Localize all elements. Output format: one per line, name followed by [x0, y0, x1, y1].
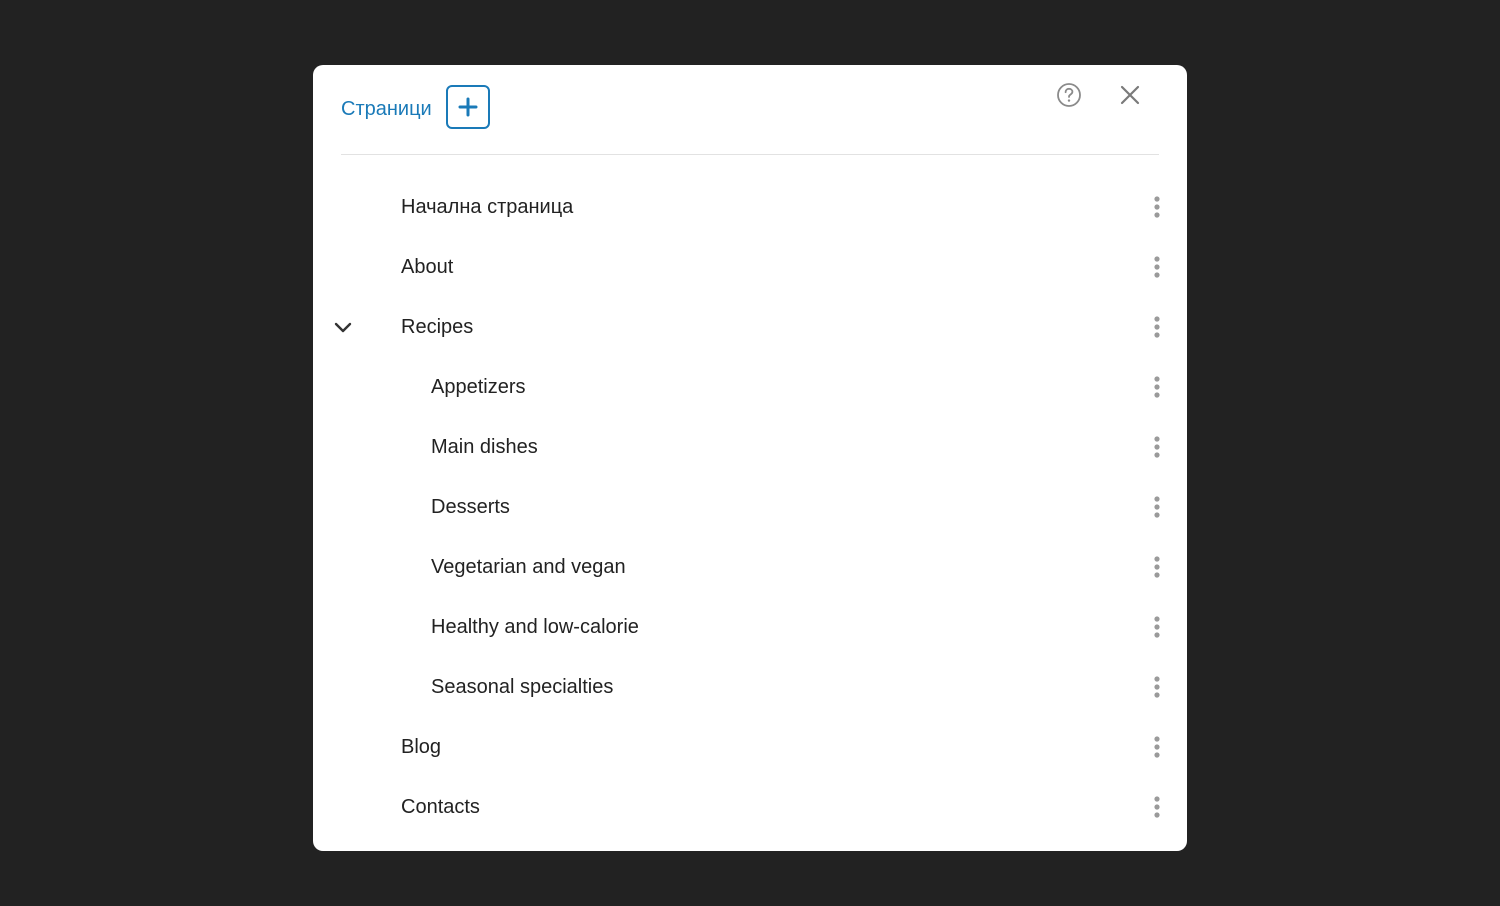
help-button[interactable]	[1056, 82, 1082, 108]
page-label: Main dishes	[431, 436, 538, 458]
page-label: Seasonal specialties	[431, 676, 614, 698]
kebab-menu-icon	[1154, 496, 1160, 518]
page-label: Начална страница	[401, 196, 574, 218]
page-label: Blog	[401, 736, 442, 758]
kebab-menu-icon	[1154, 556, 1160, 578]
plus-icon	[458, 97, 478, 117]
close-icon	[1120, 85, 1140, 105]
page-options-button[interactable]	[1147, 615, 1167, 639]
kebab-menu-icon	[1154, 616, 1160, 638]
page-row[interactable]: Contacts	[313, 777, 1187, 837]
question-circle-icon	[1057, 83, 1081, 107]
page-options-button[interactable]	[1147, 795, 1167, 819]
kebab-menu-icon	[1154, 676, 1160, 698]
kebab-menu-icon	[1154, 436, 1160, 458]
kebab-menu-icon	[1154, 736, 1160, 758]
dialog-header: Страници	[341, 65, 1159, 155]
kebab-menu-icon	[1154, 316, 1160, 338]
page-options-button[interactable]	[1147, 435, 1167, 459]
page-row[interactable]: Blog	[313, 717, 1187, 777]
kebab-menu-icon	[1154, 256, 1160, 278]
page-label: Desserts	[431, 496, 510, 518]
close-button[interactable]	[1118, 83, 1142, 107]
page-label: Recipes	[401, 316, 474, 338]
pages-dialog: Страници Начална страница About Recipes App…	[313, 65, 1187, 851]
subpage-row[interactable]: Healthy and low-calorie	[313, 597, 1187, 657]
kebab-menu-icon	[1154, 796, 1160, 818]
page-label: About	[401, 256, 454, 278]
subpage-row[interactable]: Desserts	[313, 477, 1187, 537]
page-options-button[interactable]	[1147, 555, 1167, 579]
page-label: Appetizers	[431, 376, 526, 398]
page-options-button[interactable]	[1147, 195, 1167, 219]
chevron-down-icon	[334, 322, 352, 333]
expand-toggle-button[interactable]	[332, 316, 354, 338]
add-page-button[interactable]	[446, 85, 490, 129]
subpage-row[interactable]: Vegetarian and vegan	[313, 537, 1187, 597]
page-label: Contacts	[401, 796, 480, 818]
subpage-row[interactable]: Main dishes	[313, 417, 1187, 477]
page-options-button[interactable]	[1147, 735, 1167, 759]
page-row[interactable]: About	[313, 237, 1187, 297]
page-row[interactable]: Начална страница	[313, 177, 1187, 237]
page-options-button[interactable]	[1147, 675, 1167, 699]
kebab-menu-icon	[1154, 376, 1160, 398]
dialog-title: Страници	[341, 98, 432, 120]
page-tree-list: Начална страница About Recipes Appetizers Ma…	[313, 177, 1187, 837]
page-row[interactable]: Recipes	[313, 297, 1187, 357]
page-options-button[interactable]	[1147, 315, 1167, 339]
page-label: Vegetarian and vegan	[431, 556, 626, 578]
subpage-row[interactable]: Appetizers	[313, 357, 1187, 417]
page-options-button[interactable]	[1147, 375, 1167, 399]
page-label: Healthy and low-calorie	[431, 616, 639, 638]
subpage-row[interactable]: Seasonal specialties	[313, 657, 1187, 717]
kebab-menu-icon	[1154, 196, 1160, 218]
page-options-button[interactable]	[1147, 255, 1167, 279]
page-options-button[interactable]	[1147, 495, 1167, 519]
